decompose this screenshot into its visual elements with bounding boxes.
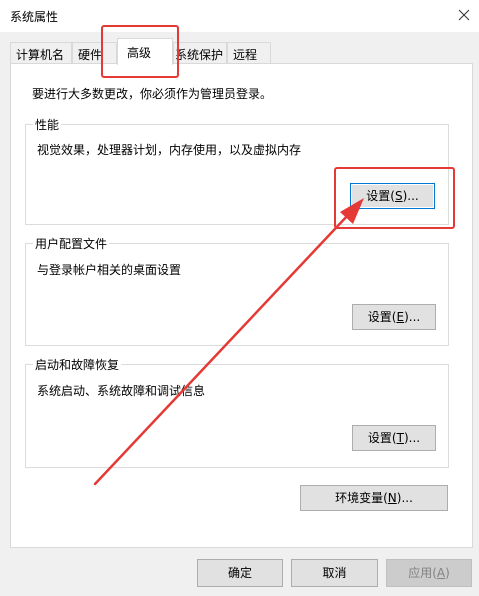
group-description: 与登录帐户相关的桌面设置: [37, 263, 182, 277]
close-icon: [458, 9, 470, 21]
button-text: )...: [404, 310, 421, 324]
button-text: 环境变量(: [335, 491, 388, 505]
button-text: 应用(: [408, 566, 437, 580]
access-key: T: [396, 431, 404, 445]
button-text: )...: [403, 431, 421, 445]
tab-hardware[interactable]: 硬件: [72, 42, 117, 63]
tab-label: 硬件: [78, 48, 103, 62]
performance-group: 性能 视觉效果，处理器计划，内存使用，以及虚拟内存: [25, 116, 449, 225]
group-description: 系统启动、系统故障和调试信息: [37, 384, 206, 398]
user-profiles-settings-button[interactable]: 设置(E)...: [352, 304, 436, 330]
button-text: )...: [396, 491, 413, 505]
admin-notice: 要进行大多数更改，你必须作为管理员登录。: [32, 87, 273, 101]
environment-variables-button[interactable]: 环境变量(N)...: [300, 485, 448, 511]
performance-settings-button[interactable]: 设置(S)...: [350, 183, 435, 209]
cancel-button[interactable]: 取消: [291, 559, 378, 587]
access-key: N: [387, 491, 397, 505]
tab-label: 计算机名: [16, 48, 65, 62]
startup-recovery-settings-button[interactable]: 设置(T)...: [352, 425, 436, 451]
close-button[interactable]: [449, 0, 479, 30]
startup-recovery-group: 启动和故障恢复 系统启动、系统故障和调试信息: [25, 356, 449, 468]
group-title: 性能: [33, 116, 62, 133]
group-title: 启动和故障恢复: [33, 356, 122, 373]
tab-remote[interactable]: 远程: [227, 42, 271, 63]
access-key: S: [394, 189, 403, 203]
access-key: A: [436, 566, 446, 580]
tab-computer-name[interactable]: 计算机名: [10, 42, 72, 63]
tab-label: 系统保护: [175, 48, 224, 62]
tab-label: 远程: [233, 48, 258, 62]
button-text: 设置(: [367, 431, 397, 445]
button-text: 设置(: [366, 189, 395, 203]
button-text: 取消: [322, 566, 347, 580]
button-text: )...: [402, 189, 419, 203]
group-description: 视觉效果，处理器计划，内存使用，以及虚拟内存: [37, 143, 302, 157]
group-title: 用户配置文件: [33, 235, 110, 252]
ok-button[interactable]: 确定: [197, 559, 283, 587]
tab-label: 高级: [127, 46, 152, 60]
button-text: 确定: [227, 566, 252, 580]
button-text: 设置(: [367, 310, 397, 324]
tab-system-protection[interactable]: 系统保护: [173, 42, 227, 63]
tab-advanced[interactable]: 高级: [117, 38, 173, 65]
access-key: E: [396, 310, 405, 324]
window-title: 系统属性: [10, 10, 59, 24]
button-text: ): [445, 566, 450, 580]
title-bar: 系统属性: [0, 0, 479, 32]
apply-button[interactable]: 应用(A): [386, 559, 472, 587]
user-profiles-group: 用户配置文件 与登录帐户相关的桌面设置: [25, 235, 449, 346]
